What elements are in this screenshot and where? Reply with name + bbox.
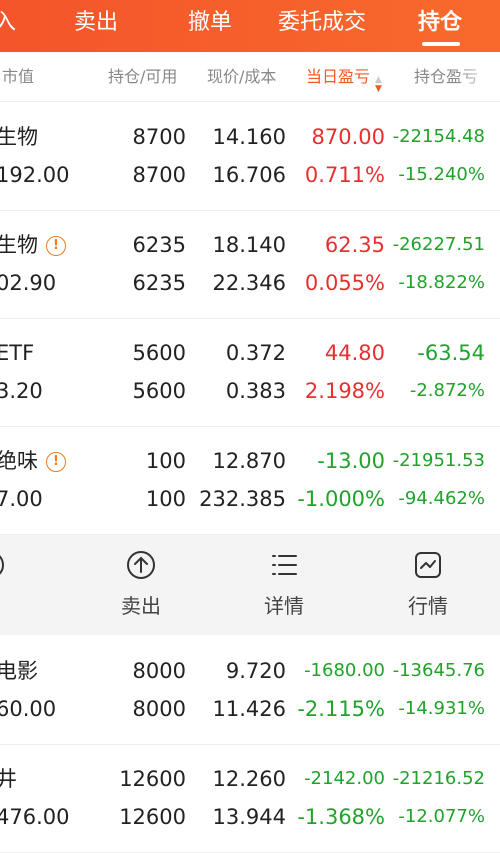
available-qty: 100 [145, 487, 186, 511]
sell-arrow-up-icon [91, 549, 191, 581]
total-pl-amount: -63.54 [417, 341, 485, 365]
daily-pl-percent: 0.711% [304, 163, 385, 187]
cost-price: 13.944 [212, 805, 286, 829]
total-pl-percent: -14.931% [398, 698, 485, 719]
position-qty: 6235 [132, 233, 186, 257]
holding-row[interactable]: 电影 60.00 8000 8000 9.720 11.426 -1680.00 -2.115… [0, 636, 500, 745]
action-market[interactable]: 行情 [378, 549, 478, 619]
daily-pl-percent: -1.368% [297, 805, 385, 829]
total-pl-percent: -94.462% [398, 488, 485, 509]
market-chart-icon [378, 549, 478, 581]
cost-price: 22.346 [212, 271, 286, 295]
action-buy[interactable]: 入 [0, 549, 40, 619]
action-sell[interactable]: 卖出 [91, 549, 191, 619]
current-price: 18.140 [212, 233, 286, 257]
total-pl-amount: -13645.76 [392, 660, 485, 681]
available-qty: 6235 [132, 271, 186, 295]
total-pl-amount: -26227.51 [392, 234, 485, 255]
position-qty: 100 [145, 449, 186, 473]
stock-name: 生物 [0, 125, 38, 149]
total-pl-percent: -15.240% [398, 164, 485, 185]
holding-row[interactable]: 生物 192.00 8700 8700 14.160 16.706 870.00 0.711%… [0, 102, 500, 211]
total-pl-amount: -21216.52 [392, 768, 485, 789]
daily-pl-amount: -1680.00 [304, 660, 385, 681]
stock-name: 绝味! [0, 447, 66, 475]
market-value: 7.00 [0, 487, 43, 511]
current-price: 0.372 [225, 341, 286, 365]
daily-pl-percent: -2.115% [297, 697, 385, 721]
available-qty: 5600 [132, 379, 186, 403]
cost-price: 11.426 [212, 697, 286, 721]
column-header-position: 持仓/可用 [108, 67, 178, 86]
available-qty: 12600 [119, 805, 186, 829]
position-qty: 8000 [132, 659, 186, 683]
total-pl-amount: -22154.48 [392, 126, 485, 147]
daily-pl-amount: 870.00 [311, 125, 385, 149]
position-action-bar: 入 卖出 详情 行情 [0, 535, 500, 635]
total-pl-percent: -12.077% [398, 806, 485, 827]
action-details-label: 详情 [264, 594, 304, 618]
available-qty: 8000 [132, 697, 186, 721]
market-value: 02.90 [0, 271, 57, 295]
stock-name: 电影 [0, 659, 38, 683]
column-header-market-value: 市值 [2, 67, 35, 86]
available-qty: 8700 [132, 163, 186, 187]
current-price: 12.870 [212, 449, 286, 473]
daily-pl-amount: 44.80 [324, 341, 385, 365]
position-qty: 5600 [132, 341, 186, 365]
total-pl-percent: -18.822% [398, 272, 485, 293]
action-sell-label: 卖出 [121, 594, 161, 618]
stock-name: 井 [0, 767, 17, 791]
current-price: 14.160 [212, 125, 286, 149]
market-value: 476.00 [0, 805, 70, 829]
tab-buy[interactable]: 入 [0, 8, 16, 38]
active-tab-indicator [422, 42, 460, 46]
column-header-price: 现价/成本 [207, 67, 277, 86]
tab-orders-trades[interactable]: 委托成交 [278, 8, 366, 38]
daily-pl-amount: -2142.00 [304, 768, 385, 789]
market-value: 3.20 [0, 379, 43, 403]
current-price: 9.720 [225, 659, 286, 683]
holding-row[interactable]: 生物! 02.90 6235 6235 18.140 22.346 62.35 0.055% -… [0, 210, 500, 319]
cost-price: 232.385 [199, 487, 286, 511]
market-value: 192.00 [0, 163, 70, 187]
holding-row[interactable]: 井 476.00 12600 12600 12.260 13.944 -2142.00 -1.… [0, 744, 500, 853]
warning-icon[interactable]: ! [46, 236, 66, 256]
holding-row[interactable]: ETF 3.20 5600 5600 0.372 0.383 44.80 2.198% -63.… [0, 318, 500, 427]
daily-pl-percent: -1.000% [297, 487, 385, 511]
list-details-icon [234, 549, 334, 581]
total-pl-percent: -2.872% [409, 380, 485, 401]
cost-price: 16.706 [212, 163, 286, 187]
position-qty: 8700 [132, 125, 186, 149]
tab-sell[interactable]: 卖出 [74, 8, 118, 38]
market-value: 60.00 [0, 697, 57, 721]
action-details[interactable]: 详情 [234, 549, 334, 619]
daily-pl-amount: -13.00 [317, 449, 385, 473]
action-market-label: 行情 [408, 594, 448, 618]
buy-icon [0, 549, 40, 581]
tab-cancel-order[interactable]: 撤单 [188, 8, 232, 38]
action-buy-label: 入 [0, 593, 40, 619]
warning-icon[interactable]: ! [46, 452, 66, 472]
total-pl-amount: -21951.53 [392, 450, 485, 471]
tab-positions[interactable]: 持仓 [418, 8, 462, 38]
current-price: 12.260 [212, 767, 286, 791]
column-header-daily-pl[interactable]: 当日盈亏 ▲ ▼ [306, 64, 382, 94]
holding-row[interactable]: 绝味! 7.00 100 100 12.870 232.385 -13.00 -1.000% -… [0, 426, 500, 535]
stock-name: ETF [0, 341, 35, 365]
daily-pl-amount: 62.35 [324, 233, 385, 257]
header-fade [455, 60, 500, 94]
stock-name: 生物! [0, 231, 66, 259]
cost-price: 0.383 [225, 379, 286, 403]
daily-pl-percent: 2.198% [304, 379, 385, 403]
position-qty: 12600 [119, 767, 186, 791]
top-tab-bar: 入 卖出 撤单 委托成交 持仓 [0, 0, 500, 52]
sort-down-icon: ▼ [375, 84, 382, 94]
daily-pl-percent: 0.055% [304, 271, 385, 295]
